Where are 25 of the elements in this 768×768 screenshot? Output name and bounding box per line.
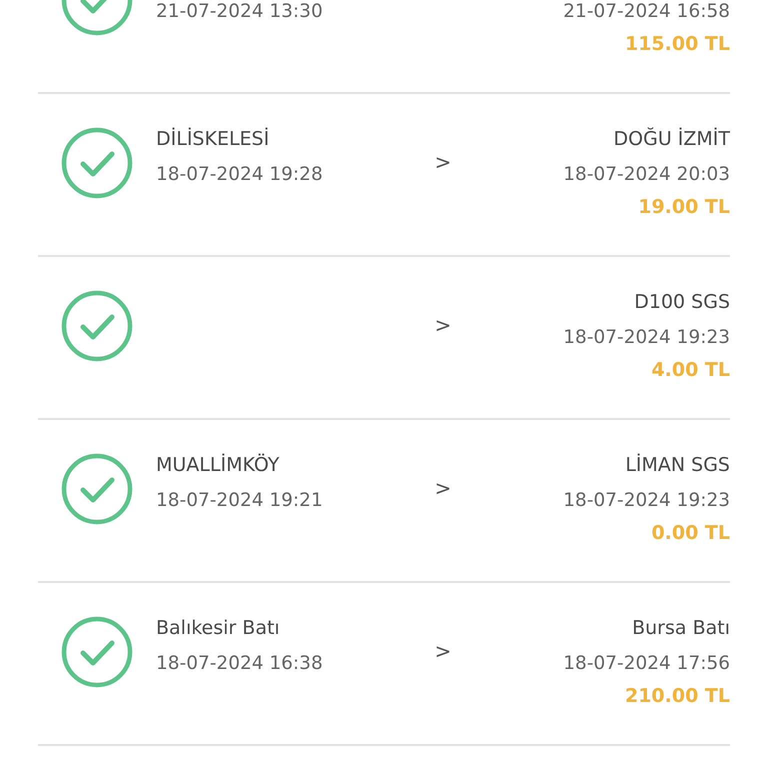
entry-time: 18-07-2024 19:28 xyxy=(156,163,323,187)
exit-station: Bursa Batı xyxy=(632,616,730,641)
entry-time: 21-07-2024 13:30 xyxy=(156,0,323,24)
exit-station: LİMAN SGS xyxy=(625,452,730,478)
toll-amount: 0.00 TL xyxy=(651,521,730,546)
exit-time: 18-07-2024 19:23 xyxy=(563,489,730,513)
entry-station: MUALLİMKÖY xyxy=(156,452,280,478)
arrow-glyph: > xyxy=(434,475,452,502)
exit-time: 18-07-2024 19:23 xyxy=(563,326,730,350)
entry-station: DİLİSKELESİ xyxy=(156,126,270,152)
exit-station: DOĞU İZMİT xyxy=(614,126,730,152)
toll-amount: 4.00 TL xyxy=(651,358,730,383)
entry-station: Balıkesir Batı xyxy=(156,616,280,641)
exit-time: 18-07-2024 20:03 xyxy=(563,163,730,187)
arrow-glyph: > xyxy=(434,149,452,176)
toll-amount: 210.00 TL xyxy=(624,684,730,709)
exit-time: 18-07-2024 17:56 xyxy=(563,652,730,676)
toll-amount: 19.00 TL xyxy=(638,195,730,220)
exit-station: D100 SGS xyxy=(634,290,730,315)
entry-time: 18-07-2024 16:38 xyxy=(156,652,323,676)
exit-time: 21-07-2024 16:58 xyxy=(563,0,730,24)
entry-time: 18-07-2024 19:21 xyxy=(156,489,323,513)
toll-amount: 115.00 TL xyxy=(624,32,730,57)
arrow-glyph: > xyxy=(434,312,452,339)
arrow-glyph: > xyxy=(434,638,452,665)
